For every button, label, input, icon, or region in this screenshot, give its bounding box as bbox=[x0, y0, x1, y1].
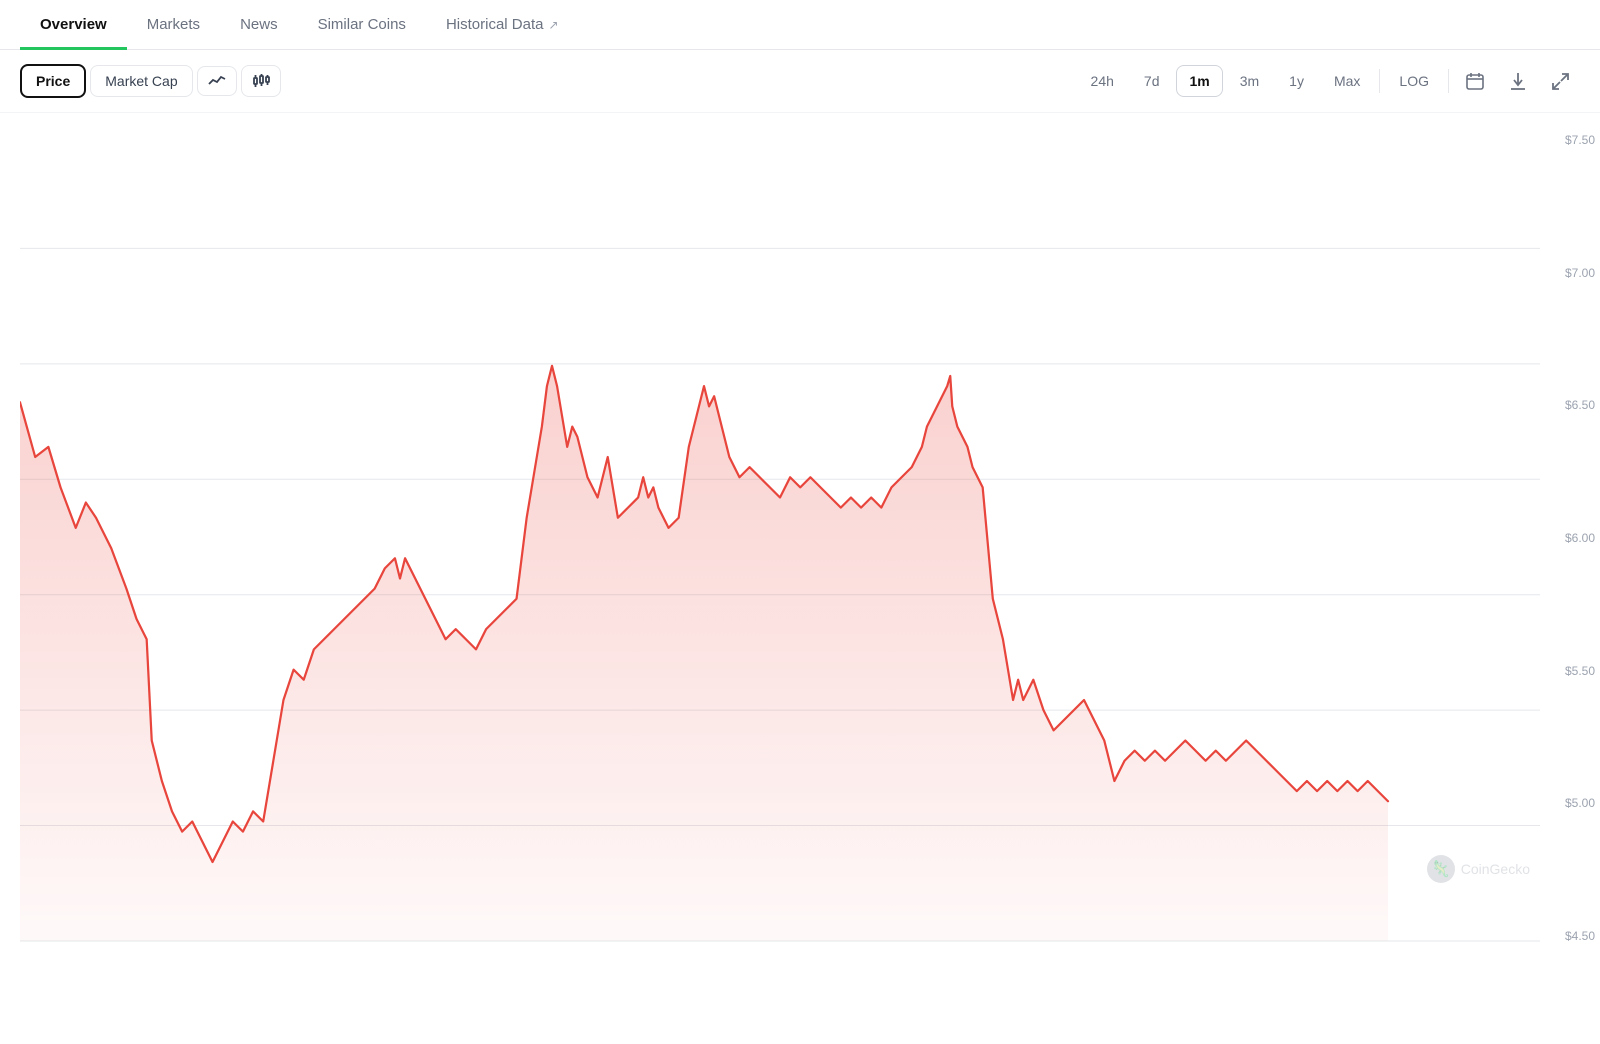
price-button[interactable]: Price bbox=[20, 64, 86, 98]
log-button[interactable]: LOG bbox=[1386, 65, 1442, 97]
tab-markets[interactable]: Markets bbox=[127, 0, 220, 50]
line-chart-icon[interactable] bbox=[197, 66, 237, 96]
toolbar-separator bbox=[1379, 69, 1380, 93]
chart-container: $7.50 $7.00 $6.50 $6.00 $5.50 $5.00 $4.5… bbox=[0, 113, 1600, 983]
coingecko-logo: 🦎 bbox=[1427, 855, 1455, 883]
tab-historical-data[interactable]: Historical Data ↗ bbox=[426, 0, 579, 50]
time-max[interactable]: Max bbox=[1321, 65, 1373, 97]
watermark-label: CoinGecko bbox=[1461, 861, 1530, 877]
time-1m[interactable]: 1m bbox=[1176, 65, 1222, 97]
y-label-550: $5.50 bbox=[1565, 664, 1595, 678]
time-1y[interactable]: 1y bbox=[1276, 65, 1317, 97]
toolbar-separator-2 bbox=[1448, 69, 1449, 93]
tab-overview[interactable]: Overview bbox=[20, 0, 127, 50]
time-button-group: 24h 7d 1m 3m 1y Max LOG bbox=[1078, 64, 1580, 98]
y-label-600: $6.00 bbox=[1565, 531, 1595, 545]
y-axis: $7.50 $7.00 $6.50 $6.00 $5.50 $5.00 $4.5… bbox=[1565, 133, 1595, 943]
toolbar: Price Market Cap 24h 7d 1m 3m 1y bbox=[0, 50, 1600, 113]
y-label-700: $7.00 bbox=[1565, 266, 1595, 280]
time-3m[interactable]: 3m bbox=[1227, 65, 1272, 97]
download-button[interactable] bbox=[1499, 64, 1537, 98]
time-7d[interactable]: 7d bbox=[1131, 65, 1173, 97]
expand-button[interactable] bbox=[1541, 65, 1580, 98]
metric-button-group: Price Market Cap bbox=[20, 64, 1072, 98]
tab-bar: Overview Markets News Similar Coins Hist… bbox=[0, 0, 1600, 50]
time-24h[interactable]: 24h bbox=[1078, 65, 1127, 97]
calendar-button[interactable] bbox=[1455, 64, 1495, 98]
tab-similar-coins[interactable]: Similar Coins bbox=[298, 0, 426, 50]
y-label-650: $6.50 bbox=[1565, 398, 1595, 412]
external-link-icon: ↗ bbox=[548, 18, 558, 32]
watermark: 🦎 CoinGecko bbox=[1427, 855, 1530, 883]
price-chart-svg bbox=[20, 133, 1540, 943]
y-label-450: $4.50 bbox=[1565, 929, 1595, 943]
tab-news[interactable]: News bbox=[220, 0, 298, 50]
candle-chart-icon[interactable] bbox=[241, 65, 281, 97]
market-cap-button[interactable]: Market Cap bbox=[90, 65, 192, 97]
y-label-500: $5.00 bbox=[1565, 796, 1595, 810]
y-label-750: $7.50 bbox=[1565, 133, 1595, 147]
chart-inner: $7.50 $7.00 $6.50 $6.00 $5.50 $5.00 $4.5… bbox=[20, 133, 1540, 943]
